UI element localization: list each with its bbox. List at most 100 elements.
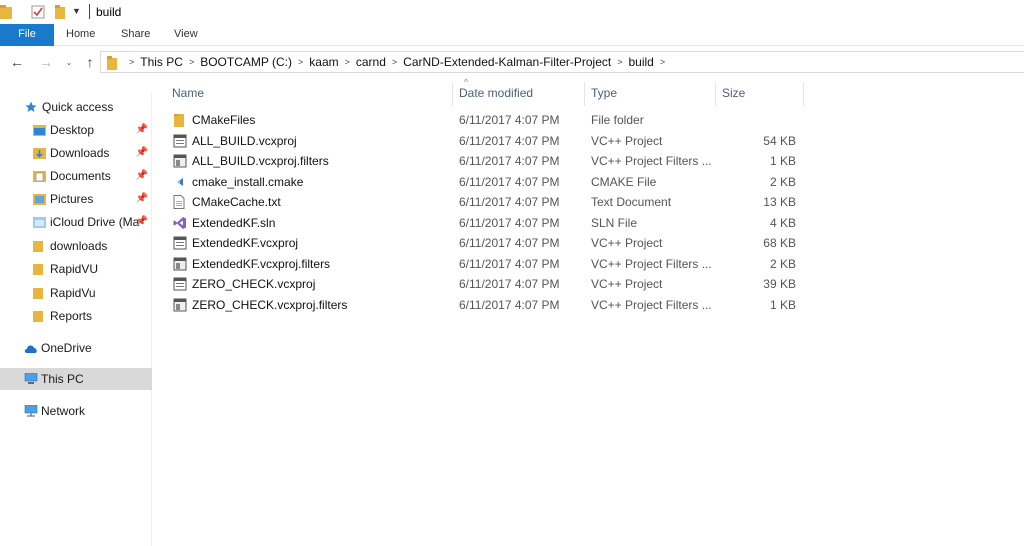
column-header-date-modified[interactable]: Date modified bbox=[447, 82, 580, 104]
file-type: VC++ Project bbox=[591, 134, 663, 148]
sidebar-item-downloads-folder[interactable]: downloads bbox=[0, 235, 152, 257]
chevron-right-icon[interactable]: > bbox=[615, 57, 624, 67]
star-icon bbox=[25, 101, 39, 113]
tab-view[interactable]: View bbox=[174, 24, 198, 46]
vcxproj-icon bbox=[173, 277, 187, 291]
pin-icon[interactable]: 📌 bbox=[136, 193, 148, 204]
vcxproj-icon bbox=[173, 134, 187, 148]
new-folder-icon[interactable] bbox=[55, 5, 65, 22]
address-bar[interactable]: > This PC > BOOTCAMP (C:) > kaam > carnd… bbox=[100, 51, 1024, 73]
folder-icon[interactable] bbox=[0, 5, 12, 22]
file-row[interactable]: ExtendedKF.vcxproj 6/11/2017 4:07 PM VC+… bbox=[160, 233, 804, 253]
chevron-right-icon[interactable]: > bbox=[127, 57, 136, 67]
file-size: 2 KB bbox=[769, 175, 796, 189]
pin-icon[interactable]: 📌 bbox=[136, 147, 148, 158]
text-file-icon bbox=[173, 195, 187, 209]
chevron-right-icon[interactable]: > bbox=[390, 57, 399, 67]
sidebar-item-network[interactable]: Network bbox=[0, 400, 152, 422]
dropdown-icon[interactable]: ▼ bbox=[72, 6, 81, 16]
chevron-right-icon[interactable]: > bbox=[343, 57, 352, 67]
file-row[interactable]: CMakeFiles 6/11/2017 4:07 PM File folder bbox=[160, 110, 804, 130]
file-name: CMakeCache.txt bbox=[192, 195, 281, 209]
chevron-right-icon[interactable]: > bbox=[296, 57, 305, 67]
pin-icon[interactable]: 📌 bbox=[136, 170, 148, 181]
sidebar-item-label: Desktop bbox=[50, 123, 95, 137]
up-arrow-icon[interactable]: ↑ bbox=[81, 53, 99, 71]
column-header-type[interactable]: Type bbox=[579, 82, 709, 104]
navigation-bar: ← → ⌄ ↑ > This PC > BOOTCAMP (C:) > kaam… bbox=[0, 49, 1024, 76]
sidebar-item-label: Pictures bbox=[50, 192, 94, 206]
breadcrumb-bootcamp[interactable]: BOOTCAMP (C:) bbox=[196, 55, 296, 69]
file-size: 2 KB bbox=[769, 257, 796, 271]
file-row[interactable]: ZERO_CHECK.vcxproj 6/11/2017 4:07 PM VC+… bbox=[160, 274, 804, 294]
sidebar-item-onedrive[interactable]: OneDrive bbox=[0, 337, 152, 359]
sidebar-item-downloads[interactable]: Downloads 📌 bbox=[0, 142, 152, 164]
file-date: 6/11/2017 4:07 PM bbox=[459, 257, 560, 271]
breadcrumb-kaam[interactable]: kaam bbox=[305, 55, 342, 69]
file-date: 6/11/2017 4:07 PM bbox=[459, 277, 560, 291]
sidebar-item-reports[interactable]: Reports bbox=[0, 305, 152, 327]
properties-icon[interactable] bbox=[31, 5, 45, 22]
sidebar-item-rapidvu-upper[interactable]: RapidVU bbox=[0, 258, 152, 280]
breadcrumb-carnd[interactable]: carnd bbox=[352, 55, 390, 69]
sidebar-item-rapidvu[interactable]: RapidVu bbox=[0, 282, 152, 304]
file-size: 54 KB bbox=[763, 134, 796, 148]
desktop-icon bbox=[33, 124, 47, 136]
sidebar-item-this-pc[interactable]: This PC bbox=[0, 368, 152, 390]
sidebar-item-quick-access[interactable]: Quick access bbox=[0, 96, 152, 118]
recent-locations-chevron-icon[interactable]: ⌄ bbox=[63, 53, 75, 71]
column-header-size[interactable]: Size bbox=[710, 82, 800, 104]
file-row[interactable]: CMakeCache.txt 6/11/2017 4:07 PM Text Do… bbox=[160, 192, 804, 212]
breadcrumb-this-pc[interactable]: This PC bbox=[136, 55, 187, 69]
file-date: 6/11/2017 4:07 PM bbox=[459, 134, 560, 148]
file-size: 68 KB bbox=[763, 236, 796, 250]
file-row[interactable]: ALL_BUILD.vcxproj 6/11/2017 4:07 PM VC++… bbox=[160, 131, 804, 151]
file-type: VC++ Project bbox=[591, 277, 663, 291]
file-type: CMAKE File bbox=[591, 175, 657, 189]
folder-icon bbox=[173, 113, 187, 127]
tab-share[interactable]: Share bbox=[121, 24, 150, 46]
folder-icon bbox=[33, 240, 47, 252]
file-row[interactable]: ExtendedKF.vcxproj.filters 6/11/2017 4:0… bbox=[160, 254, 804, 274]
pictures-icon bbox=[33, 193, 47, 205]
file-type: VC++ Project Filters ... bbox=[591, 257, 712, 271]
sidebar-item-label: Reports bbox=[50, 309, 93, 323]
folder-icon bbox=[33, 287, 47, 299]
sidebar-item-label: Downloads bbox=[50, 146, 110, 160]
sidebar-item-icloud-drive[interactable]: iCloud Drive (Ma 📌 bbox=[0, 211, 152, 233]
file-row[interactable]: ZERO_CHECK.vcxproj.filters 6/11/2017 4:0… bbox=[160, 295, 804, 315]
chevron-right-icon[interactable]: > bbox=[658, 57, 667, 67]
file-type: VC++ Project bbox=[591, 236, 663, 250]
file-date: 6/11/2017 4:07 PM bbox=[459, 175, 560, 189]
breadcrumb-build[interactable]: build bbox=[625, 55, 658, 69]
file-type: Text Document bbox=[591, 195, 672, 209]
sidebar-item-label: Network bbox=[41, 404, 86, 418]
back-arrow-icon[interactable]: ← bbox=[8, 53, 26, 71]
sidebar-item-documents[interactable]: Documents 📌 bbox=[0, 165, 152, 187]
sidebar-item-label: RapidVu bbox=[50, 286, 96, 300]
pin-icon[interactable]: 📌 bbox=[136, 216, 148, 227]
forward-arrow-icon[interactable]: → bbox=[37, 53, 55, 71]
column-divider[interactable] bbox=[803, 82, 804, 106]
breadcrumb-project[interactable]: CarND-Extended-Kalman-Filter-Project bbox=[399, 55, 615, 69]
file-row[interactable]: ALL_BUILD.vcxproj.filters 6/11/2017 4:07… bbox=[160, 151, 804, 171]
sidebar-item-label: Quick access bbox=[42, 100, 114, 114]
tab-file[interactable]: File bbox=[0, 24, 54, 46]
column-header-name[interactable]: Name bbox=[160, 82, 452, 104]
file-row[interactable]: ExtendedKF.sln 6/11/2017 4:07 PM SLN Fil… bbox=[160, 213, 804, 233]
file-name: ExtendedKF.sln bbox=[192, 216, 276, 230]
file-size: 13 KB bbox=[763, 195, 796, 209]
file-name: ExtendedKF.vcxproj bbox=[192, 236, 299, 250]
chevron-right-icon[interactable]: > bbox=[187, 57, 196, 67]
file-name: ExtendedKF.vcxproj.filters bbox=[192, 257, 331, 271]
file-type: SLN File bbox=[591, 216, 638, 230]
folder-icon bbox=[33, 310, 47, 322]
folder-icon bbox=[33, 263, 47, 275]
tab-home[interactable]: Home bbox=[66, 24, 95, 46]
pin-icon[interactable]: 📌 bbox=[136, 124, 148, 135]
file-size: 39 KB bbox=[763, 277, 796, 291]
divider bbox=[89, 4, 90, 19]
file-row[interactable]: cmake_install.cmake 6/11/2017 4:07 PM CM… bbox=[160, 172, 804, 192]
sidebar-item-pictures[interactable]: Pictures 📌 bbox=[0, 188, 152, 210]
sidebar-item-desktop[interactable]: Desktop 📌 bbox=[0, 119, 152, 141]
